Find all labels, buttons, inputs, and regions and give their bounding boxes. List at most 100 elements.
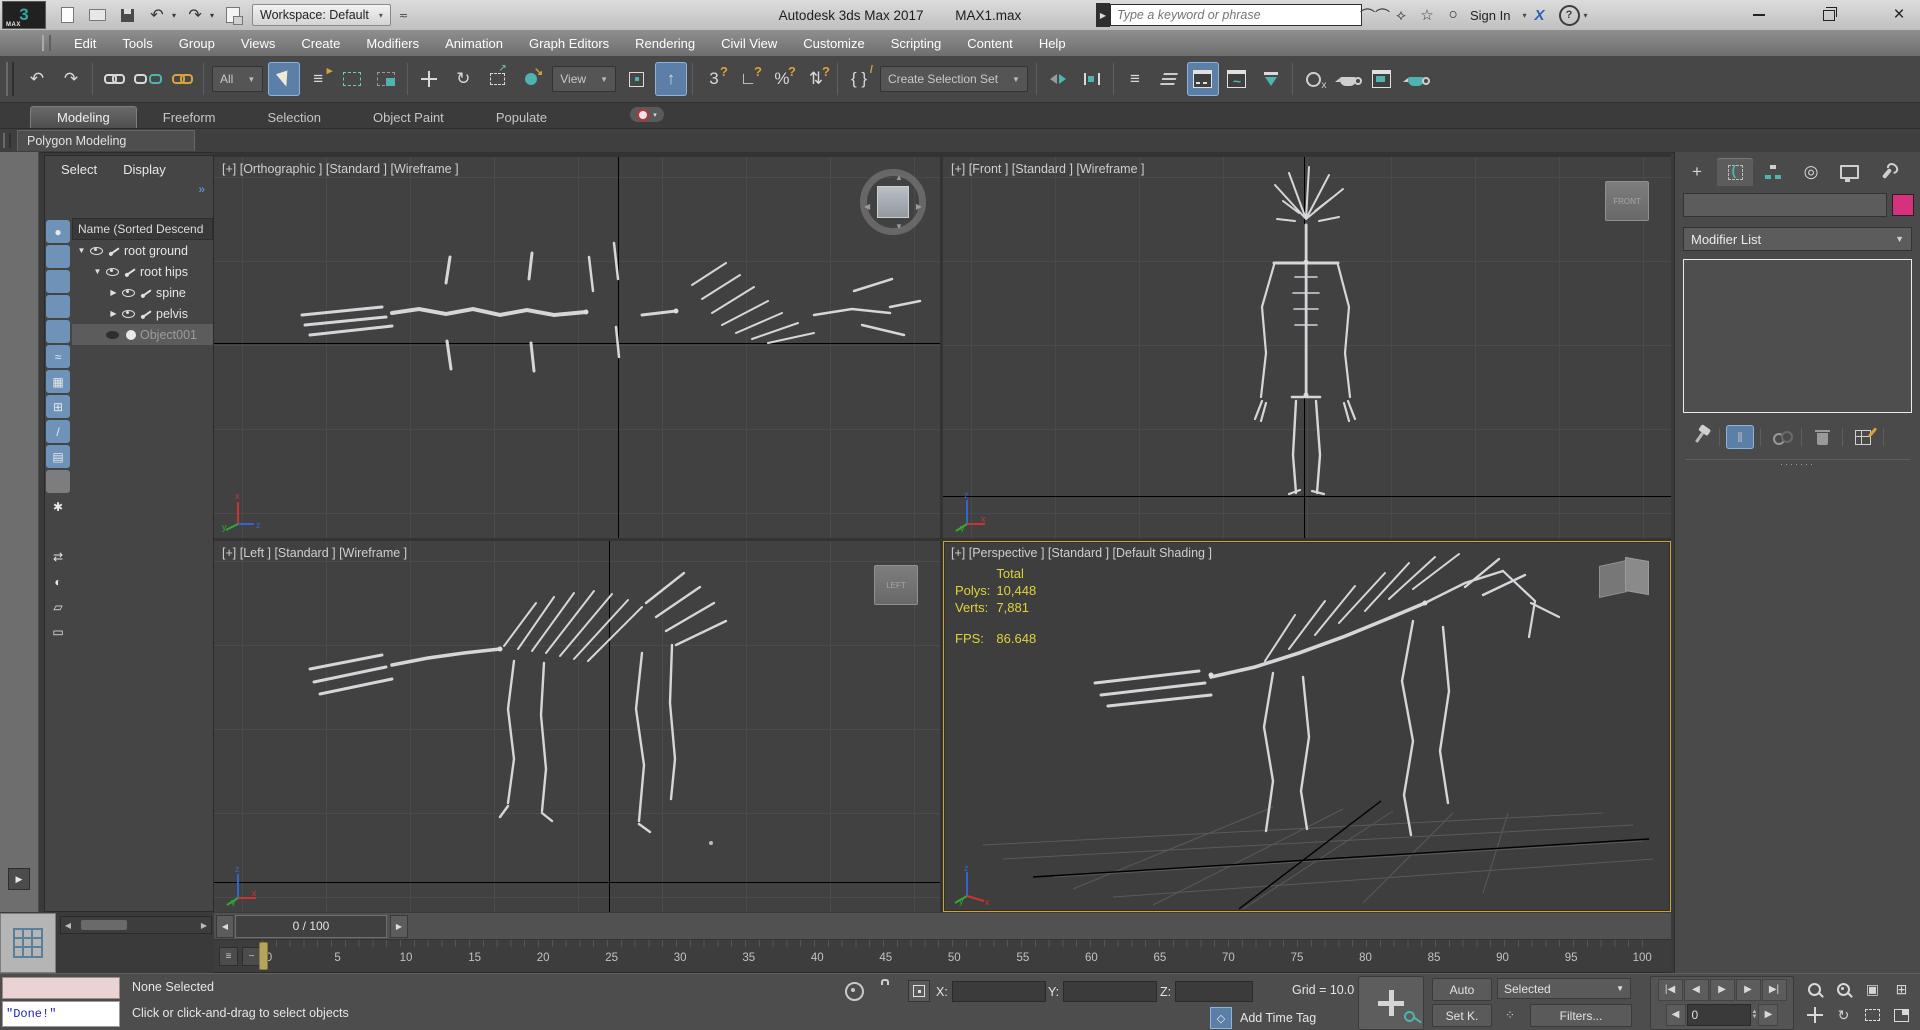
restore-button[interactable]	[1816, 5, 1842, 25]
viewcube-left-face[interactable]: LEFT	[886, 581, 906, 590]
next-frame-button[interactable]: ▶	[1735, 978, 1761, 1001]
spinner-snap-toggle-button[interactable]: ⇅ ?	[800, 62, 832, 96]
schematic-view-button[interactable]	[1255, 62, 1287, 96]
command-tab-utilities[interactable]	[1869, 158, 1905, 186]
selection-filter-dropdown[interactable]: All ▼	[212, 66, 264, 92]
command-tab-modify[interactable]	[1717, 158, 1753, 186]
mirror-button[interactable]	[1042, 62, 1074, 96]
key-filters-icon[interactable]: ⁘	[1497, 1004, 1523, 1025]
previous-frame-button[interactable]: ◀	[1683, 978, 1709, 1001]
favorites-star-icon[interactable]: ☆	[1414, 3, 1440, 27]
render-production-button[interactable]	[1400, 62, 1432, 96]
visibility-eye-icon[interactable]	[106, 330, 119, 339]
menu-rendering[interactable]: Rendering	[622, 30, 708, 56]
modifier-stack[interactable]	[1683, 259, 1912, 413]
x-coordinate-field[interactable]	[951, 981, 1046, 1002]
ribbon-config-button[interactable]: ▾	[630, 107, 664, 122]
command-tab-hierarchy[interactable]	[1755, 158, 1791, 186]
app-logo-button[interactable]: 3 MAX	[2, 1, 46, 29]
toolbar-grip[interactable]	[6, 62, 14, 96]
scroll-thumb[interactable]	[81, 920, 127, 930]
project-folder-button[interactable]	[222, 4, 244, 26]
user-icon[interactable]: ဝ	[1440, 3, 1466, 27]
display-space-warps-toggle[interactable]: ≈	[46, 345, 70, 368]
viewport-front[interactable]: [+] [Front ] [Standard ] [Wireframe ] FR…	[943, 157, 1671, 538]
menu-animation[interactable]: Animation	[432, 30, 516, 56]
close-button[interactable]: ×	[1886, 4, 1912, 25]
show-end-result-button[interactable]: ‖	[1726, 425, 1754, 449]
display-containers-toggle[interactable]: ▤	[46, 445, 70, 468]
search-expand-icon[interactable]: ▶	[1096, 3, 1110, 27]
percent-snap-toggle-button[interactable]: % ?	[766, 62, 798, 96]
expand-arrow-icon[interactable]: ▼	[92, 267, 103, 276]
time-slider[interactable]: 0 / 100	[235, 914, 387, 938]
pick-mode-toggle[interactable]: ▱	[46, 595, 70, 618]
command-tab-create[interactable]: +	[1679, 158, 1715, 186]
use-pivot-point-center-button[interactable]	[621, 62, 653, 96]
configure-modifier-sets-button[interactable]	[1849, 425, 1877, 449]
scroll-left-icon[interactable]: ◀	[61, 921, 75, 930]
workspace-dropdown[interactable]: Workspace: Default ▾	[252, 4, 391, 26]
modifier-list-dropdown[interactable]: Modifier List ▼	[1683, 227, 1912, 251]
select-and-rotate-button[interactable]: ↻	[447, 62, 479, 96]
display-helpers-toggle[interactable]	[46, 320, 70, 343]
select-and-manipulate-button[interactable]: ↑	[654, 62, 687, 96]
communication-center-icon[interactable]: ⟡	[1388, 3, 1414, 27]
zoom-extents-button[interactable]: ▣	[1858, 976, 1887, 1002]
new-file-button[interactable]	[56, 4, 78, 26]
display-cameras-toggle[interactable]	[46, 295, 70, 318]
set-key-mode-button[interactable]: Set K.	[1432, 1004, 1492, 1027]
menu-views[interactable]: Views	[228, 30, 288, 56]
search-input[interactable]	[1110, 4, 1362, 26]
zoom-button[interactable]	[1800, 976, 1829, 1002]
viewport-orthographic[interactable]: [+] [Orthographic ] [Standard ] [Wirefra…	[214, 157, 940, 538]
current-frame-field[interactable]	[1686, 1003, 1751, 1026]
viewport-front-label[interactable]: [+] [Front ] [Standard ] [Wireframe ]	[951, 162, 1144, 176]
maxscript-listener-output[interactable]: "Done!"	[2, 1001, 120, 1027]
viewcube-front-face[interactable]: FRONT	[1613, 197, 1641, 206]
rectangular-selection-region-button[interactable]	[336, 62, 368, 96]
display-frozen-toggle[interactable]: ✱	[46, 495, 70, 518]
display-bones-toggle[interactable]: /	[46, 420, 70, 443]
visibility-eye-icon[interactable]	[90, 246, 103, 255]
zoom-all-button[interactable]	[1829, 976, 1858, 1002]
select-and-move-button[interactable]	[413, 62, 445, 96]
redo-dropdown-caret[interactable]: ▾	[210, 11, 214, 20]
timeline-list-icon[interactable]: ≡	[219, 947, 238, 966]
viewport-left[interactable]: [+] [Left ] [Standard ] [Wireframe ] LEF…	[214, 541, 940, 912]
explorer-more-chevron[interactable]: »	[198, 182, 205, 196]
ribbon-tab-freeform[interactable]: Freeform	[137, 107, 242, 128]
panel-splitter-handle[interactable]: ·······	[1685, 459, 1910, 469]
explorer-menu-display[interactable]: Display	[123, 162, 166, 177]
menu-graph-editors[interactable]: Graph Editors	[516, 30, 622, 56]
menu-scripting[interactable]: Scripting	[878, 30, 955, 56]
select-and-link-button[interactable]	[98, 62, 130, 96]
remove-modifier-button[interactable]	[1808, 425, 1836, 449]
explorer-menu-select[interactable]: Select	[61, 162, 97, 177]
add-time-tag[interactable]: ◇ Add Time Tag	[1210, 1007, 1316, 1029]
viewcube-top-face[interactable]	[877, 186, 909, 218]
toolbar-overflow-icon[interactable]: ≂	[399, 9, 408, 22]
viewcube-mini[interactable]: FRONT	[1605, 181, 1649, 221]
viewcube[interactable]: ▲ ▼ ◀ ▶	[860, 169, 926, 235]
absolute-mode-transform-toggle[interactable]	[908, 980, 930, 1002]
rendered-frame-window-button[interactable]	[1366, 62, 1398, 96]
bind-to-space-warp-button[interactable]	[166, 62, 198, 96]
polygon-modeling-panel-tab[interactable]: Polygon Modeling	[17, 130, 195, 151]
object-color-swatch[interactable]	[1892, 194, 1914, 216]
maxscript-listener-macro-pane[interactable]	[2, 977, 120, 999]
menu-tools[interactable]: Tools	[109, 30, 165, 56]
undo-button[interactable]: ↶	[21, 62, 53, 96]
window-crossing-button[interactable]	[370, 62, 402, 96]
timeline-ruler[interactable]: ≡ ~ 0 5 10 15 20 25 30 35 40 45 50 55 60 65 70 75 80 85 90…	[214, 940, 1671, 973]
edit-named-selection-sets-button[interactable]: { } /	[843, 62, 875, 96]
undo-dropdown-caret[interactable]: ▾	[172, 11, 176, 20]
expand-arrow-icon[interactable]: ▶	[108, 288, 119, 297]
open-mini-curve-editor-button[interactable]	[0, 913, 56, 973]
display-lights-toggle[interactable]	[46, 270, 70, 293]
display-groups-toggle[interactable]: ▦	[46, 370, 70, 393]
display-shapes-toggle[interactable]	[46, 245, 70, 268]
material-editor-button[interactable]	[1298, 62, 1330, 96]
menu-modifiers[interactable]: Modifiers	[353, 30, 432, 56]
display-geometry-toggle[interactable]: ●	[46, 220, 70, 243]
